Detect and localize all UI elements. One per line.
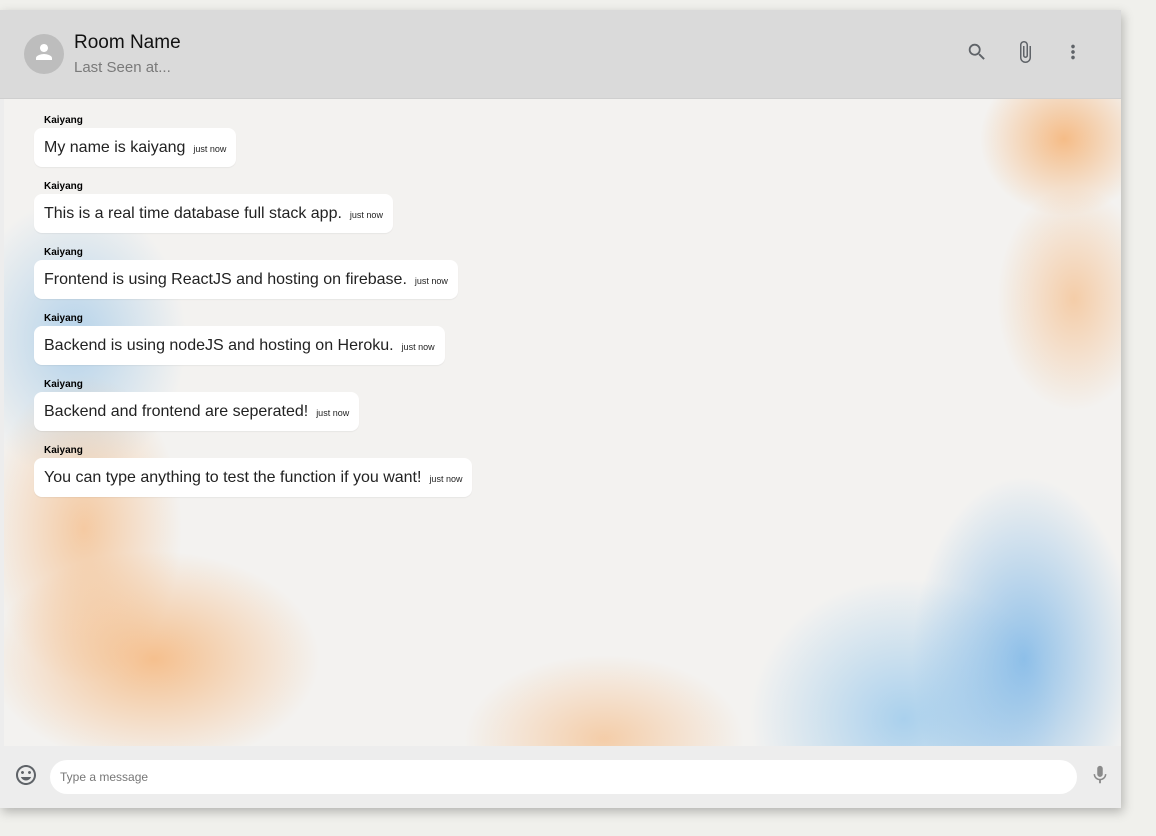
- person-icon: [32, 40, 56, 69]
- header-actions: [953, 30, 1097, 78]
- message-sender: Kaiyang: [44, 445, 83, 456]
- message-bubble: This is a real time database full stack …: [34, 194, 393, 233]
- message-text: Frontend is using ReactJS and hosting on…: [44, 271, 407, 288]
- message: Kaiyang Frontend is using ReactJS and ho…: [34, 247, 1091, 299]
- message-timestamp: just now: [193, 144, 227, 154]
- message-sender: Kaiyang: [44, 247, 83, 258]
- message-bubble: My name is kaiyang just now: [34, 128, 237, 167]
- message-timestamp: just now: [401, 342, 435, 352]
- message-sender: Kaiyang: [44, 313, 83, 324]
- message-text: Backend is using nodeJS and hosting on H…: [44, 337, 394, 354]
- more-vert-icon: [1062, 41, 1084, 68]
- search-icon: [966, 41, 988, 68]
- message-bubble: Backend is using nodeJS and hosting on H…: [34, 326, 445, 365]
- chat-footer: [0, 746, 1121, 808]
- message: Kaiyang You can type anything to test th…: [34, 445, 1091, 497]
- message-timestamp: just now: [316, 408, 350, 418]
- message-bubble: Frontend is using ReactJS and hosting on…: [34, 260, 458, 299]
- mic-icon: [1089, 764, 1111, 791]
- message-sender: Kaiyang: [44, 115, 83, 126]
- message-form: [50, 760, 1077, 794]
- avatar[interactable]: [24, 34, 64, 74]
- last-seen: Last Seen at...: [74, 59, 171, 76]
- message-bubble: You can type anything to test the functi…: [34, 458, 473, 497]
- header-info: Room Name Last Seen at...: [74, 32, 953, 76]
- chat-header: Room Name Last Seen at...: [0, 10, 1121, 99]
- chat-body[interactable]: Kaiyang My name is kaiyang just now Kaiya…: [4, 99, 1121, 746]
- message-sender: Kaiyang: [44, 379, 83, 390]
- message-timestamp: just now: [414, 276, 448, 286]
- message-text: You can type anything to test the functi…: [44, 469, 422, 486]
- message-timestamp: just now: [349, 210, 383, 220]
- message-text: Backend and frontend are seperated!: [44, 403, 309, 420]
- message-bubble: Backend and frontend are seperated! just …: [34, 392, 360, 431]
- mic-button[interactable]: [1089, 764, 1111, 791]
- attach-icon: [1013, 40, 1037, 69]
- more-button[interactable]: [1049, 30, 1097, 78]
- message-input[interactable]: [50, 760, 1077, 794]
- message: Kaiyang Backend is using nodeJS and host…: [34, 313, 1091, 365]
- message-timestamp: just now: [429, 474, 463, 484]
- room-name: Room Name: [74, 32, 181, 53]
- search-button[interactable]: [953, 30, 1001, 78]
- emoji-icon: [14, 763, 38, 792]
- message: Kaiyang Backend and frontend are seperat…: [34, 379, 1091, 431]
- message-text: This is a real time database full stack …: [44, 205, 342, 222]
- chat-window: Room Name Last Seen at... Kaiyang My nam…: [0, 10, 1121, 808]
- message: Kaiyang My name is kaiyang just now: [34, 115, 1091, 167]
- message: Kaiyang This is a real time database ful…: [34, 181, 1091, 233]
- emoji-button[interactable]: [14, 763, 38, 792]
- attach-button[interactable]: [1001, 30, 1049, 78]
- message-sender: Kaiyang: [44, 181, 83, 192]
- message-text: My name is kaiyang: [44, 139, 186, 156]
